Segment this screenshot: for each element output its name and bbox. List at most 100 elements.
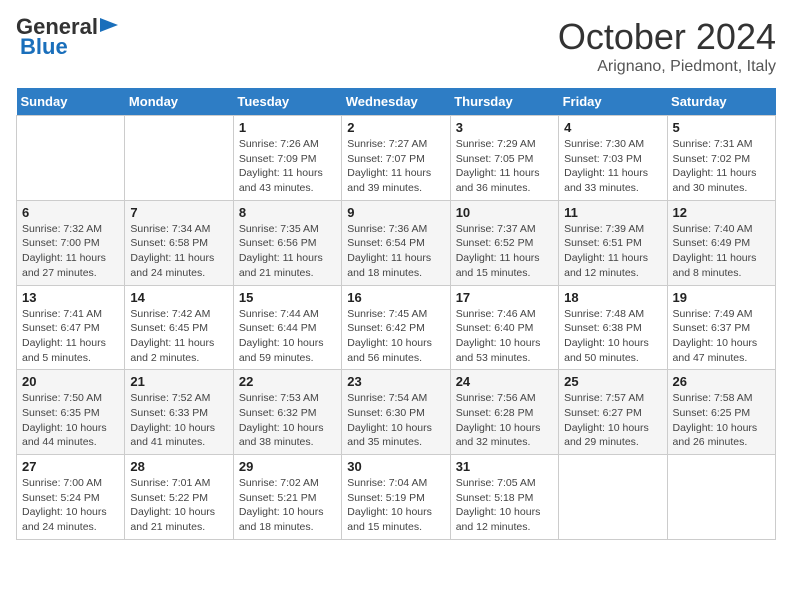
calendar-cell [559,455,667,540]
day-info: Sunrise: 7:34 AM Sunset: 6:58 PM Dayligh… [130,222,227,281]
calendar-cell: 19Sunrise: 7:49 AM Sunset: 6:37 PM Dayli… [667,285,775,370]
calendar-cell: 27 Sunrise: 7:00 AM Sunset: 5:24 PM Dayli… [17,455,125,540]
day-info: Sunrise: 7:56 AM Sunset: 6:28 PM Dayligh… [456,391,553,450]
day-number: 9 [347,205,444,220]
day-info: Sunrise: 7:35 AM Sunset: 6:56 PM Dayligh… [239,222,336,281]
day-info: Sunrise: 7:41 AM Sunset: 6:47 PM Dayligh… [22,307,119,366]
day-number: 31 [456,459,553,474]
day-info: Sunrise: 7:48 AM Sunset: 6:38 PM Dayligh… [564,307,661,366]
calendar-cell: 10 Sunrise: 7:37 AM Sunset: 6:52 PM Dayli… [450,200,558,285]
day-number: 4 [564,120,661,135]
day-number: 28 [130,459,227,474]
day-number: 23 [347,374,444,389]
day-info: Sunrise: 7:36 AM Sunset: 6:54 PM Dayligh… [347,222,444,281]
day-info: Sunrise: 7:04 AM Sunset: 5:19 PM Dayligh… [347,476,444,535]
day-info: Sunrise: 7:42 AM Sunset: 6:45 PM Dayligh… [130,307,227,366]
page-header: General Blue October 2024 Arignano, Pied… [16,16,776,76]
calendar-cell: 24 Sunrise: 7:56 AM Sunset: 6:28 PM Dayli… [450,370,558,455]
calendar-cell: 6Sunrise: 7:32 AM Sunset: 7:00 PM Daylig… [17,200,125,285]
day-info: Sunrise: 7:37 AM Sunset: 6:52 PM Dayligh… [456,222,553,281]
weekday-header: Thursday [450,88,558,116]
day-number: 27 [22,459,119,474]
day-number: 30 [347,459,444,474]
calendar-cell [125,116,233,201]
calendar-cell: 21Sunrise: 7:52 AM Sunset: 6:33 PM Dayli… [125,370,233,455]
day-info: Sunrise: 7:29 AM Sunset: 7:05 PM Dayligh… [456,137,553,196]
calendar-cell: 30 Sunrise: 7:04 AM Sunset: 5:19 PM Dayli… [342,455,450,540]
day-info: Sunrise: 7:44 AM Sunset: 6:44 PM Dayligh… [239,307,336,366]
day-info: Sunrise: 7:01 AM Sunset: 5:22 PM Dayligh… [130,476,227,535]
day-info: Sunrise: 7:46 AM Sunset: 6:40 PM Dayligh… [456,307,553,366]
calendar-cell: 1 Sunrise: 7:26 AM Sunset: 7:09 PM Daylig… [233,116,341,201]
day-number: 20 [22,374,119,389]
day-info: Sunrise: 7:58 AM Sunset: 6:25 PM Dayligh… [673,391,770,450]
calendar-cell: 20Sunrise: 7:50 AM Sunset: 6:35 PM Dayli… [17,370,125,455]
day-number: 18 [564,290,661,305]
calendar-cell [667,455,775,540]
logo-blue: Blue [20,34,68,60]
day-number: 17 [456,290,553,305]
calendar-cell: 22 Sunrise: 7:53 AM Sunset: 6:32 PM Dayli… [233,370,341,455]
day-number: 13 [22,290,119,305]
day-number: 10 [456,205,553,220]
calendar-cell: 8 Sunrise: 7:35 AM Sunset: 6:56 PM Daylig… [233,200,341,285]
day-number: 26 [673,374,770,389]
day-info: Sunrise: 7:31 AM Sunset: 7:02 PM Dayligh… [673,137,770,196]
day-number: 3 [456,120,553,135]
calendar-week-row: 13 Sunrise: 7:41 AM Sunset: 6:47 PM Dayli… [17,285,776,370]
day-info: Sunrise: 7:27 AM Sunset: 7:07 PM Dayligh… [347,137,444,196]
calendar-cell: 3 Sunrise: 7:29 AM Sunset: 7:05 PM Daylig… [450,116,558,201]
day-info: Sunrise: 7:02 AM Sunset: 5:21 PM Dayligh… [239,476,336,535]
day-number: 2 [347,120,444,135]
weekday-header: Saturday [667,88,775,116]
day-info: Sunrise: 7:32 AM Sunset: 7:00 PM Dayligh… [22,222,119,281]
calendar-cell: 26 Sunrise: 7:58 AM Sunset: 6:25 PM Dayli… [667,370,775,455]
day-info: Sunrise: 7:57 AM Sunset: 6:27 PM Dayligh… [564,391,661,450]
day-info: Sunrise: 7:54 AM Sunset: 6:30 PM Dayligh… [347,391,444,450]
day-number: 7 [130,205,227,220]
location: Arignano, Piedmont, Italy [558,58,776,76]
calendar-cell: 25 Sunrise: 7:57 AM Sunset: 6:27 PM Dayli… [559,370,667,455]
calendar-body: 1 Sunrise: 7:26 AM Sunset: 7:09 PM Daylig… [17,116,776,540]
day-info: Sunrise: 7:49 AM Sunset: 6:37 PM Dayligh… [673,307,770,366]
day-info: Sunrise: 7:00 AM Sunset: 5:24 PM Dayligh… [22,476,119,535]
calendar-cell: 14 Sunrise: 7:42 AM Sunset: 6:45 PM Dayli… [125,285,233,370]
day-number: 21 [130,374,227,389]
day-number: 8 [239,205,336,220]
day-info: Sunrise: 7:45 AM Sunset: 6:42 PM Dayligh… [347,307,444,366]
calendar-cell: 29Sunrise: 7:02 AM Sunset: 5:21 PM Dayli… [233,455,341,540]
calendar-cell: 15 Sunrise: 7:44 AM Sunset: 6:44 PM Dayli… [233,285,341,370]
weekday-header: Sunday [17,88,125,116]
day-number: 1 [239,120,336,135]
weekday-row: SundayMondayTuesdayWednesdayThursdayFrid… [17,88,776,116]
day-info: Sunrise: 7:53 AM Sunset: 6:32 PM Dayligh… [239,391,336,450]
day-info: Sunrise: 7:40 AM Sunset: 6:49 PM Dayligh… [673,222,770,281]
calendar-week-row: 27 Sunrise: 7:00 AM Sunset: 5:24 PM Dayli… [17,455,776,540]
logo-arrow-icon [100,16,118,34]
calendar-week-row: 1 Sunrise: 7:26 AM Sunset: 7:09 PM Daylig… [17,116,776,201]
calendar-cell [17,116,125,201]
calendar-week-row: 6Sunrise: 7:32 AM Sunset: 7:00 PM Daylig… [17,200,776,285]
day-number: 14 [130,290,227,305]
day-number: 15 [239,290,336,305]
day-number: 25 [564,374,661,389]
calendar-table: SundayMondayTuesdayWednesdayThursdayFrid… [16,88,776,540]
day-number: 24 [456,374,553,389]
day-number: 16 [347,290,444,305]
calendar-cell: 7 Sunrise: 7:34 AM Sunset: 6:58 PM Daylig… [125,200,233,285]
day-info: Sunrise: 7:39 AM Sunset: 6:51 PM Dayligh… [564,222,661,281]
calendar-cell: 5 Sunrise: 7:31 AM Sunset: 7:02 PM Daylig… [667,116,775,201]
calendar-cell: 12Sunrise: 7:40 AM Sunset: 6:49 PM Dayli… [667,200,775,285]
month-title: October 2024 [558,16,776,58]
weekday-header: Wednesday [342,88,450,116]
calendar-header: SundayMondayTuesdayWednesdayThursdayFrid… [17,88,776,116]
calendar-cell: 17 Sunrise: 7:46 AM Sunset: 6:40 PM Dayli… [450,285,558,370]
calendar-week-row: 20Sunrise: 7:50 AM Sunset: 6:35 PM Dayli… [17,370,776,455]
calendar-cell: 4Sunrise: 7:30 AM Sunset: 7:03 PM Daylig… [559,116,667,201]
day-number: 22 [239,374,336,389]
day-info: Sunrise: 7:26 AM Sunset: 7:09 PM Dayligh… [239,137,336,196]
calendar-cell: 31Sunrise: 7:05 AM Sunset: 5:18 PM Dayli… [450,455,558,540]
calendar-cell: 28 Sunrise: 7:01 AM Sunset: 5:22 PM Dayli… [125,455,233,540]
calendar-cell: 11Sunrise: 7:39 AM Sunset: 6:51 PM Dayli… [559,200,667,285]
day-number: 5 [673,120,770,135]
